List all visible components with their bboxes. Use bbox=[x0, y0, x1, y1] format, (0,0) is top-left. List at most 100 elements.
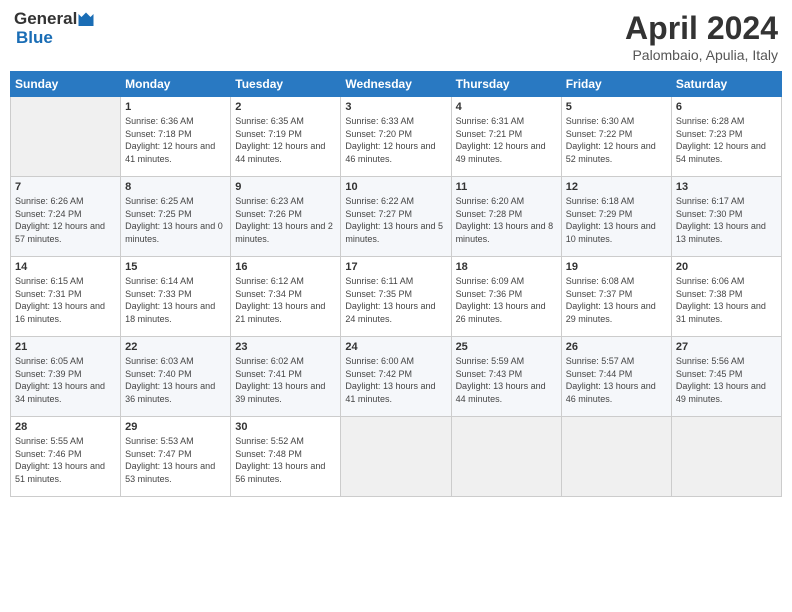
calendar-cell bbox=[671, 417, 781, 497]
day-header-sunday: Sunday bbox=[11, 72, 121, 97]
calendar-cell: 27 Sunrise: 5:56 AMSunset: 7:45 PMDayligh… bbox=[671, 337, 781, 417]
day-info: Sunrise: 5:53 AMSunset: 7:47 PMDaylight:… bbox=[125, 435, 226, 485]
calendar-cell: 20 Sunrise: 6:06 AMSunset: 7:38 PMDayligh… bbox=[671, 257, 781, 337]
day-info: Sunrise: 6:35 AMSunset: 7:19 PMDaylight:… bbox=[235, 115, 336, 165]
day-number: 26 bbox=[566, 341, 667, 353]
calendar-week-4: 28Sunrise: 5:55 AMSunset: 7:46 PMDayligh… bbox=[11, 417, 782, 497]
calendar-cell: 29 Sunrise: 5:53 AMSunset: 7:47 PMDayligh… bbox=[121, 417, 231, 497]
calendar-cell: 21 Sunrise: 6:05 AMSunset: 7:39 PMDayligh… bbox=[11, 337, 121, 417]
day-number: 10 bbox=[345, 181, 446, 193]
day-number: 15 bbox=[125, 261, 226, 273]
day-number: 27 bbox=[676, 341, 777, 353]
day-info: Sunrise: 5:56 AMSunset: 7:45 PMDaylight:… bbox=[676, 355, 777, 405]
day-number: 7 bbox=[15, 181, 116, 193]
calendar-header-row: SundayMondayTuesdayWednesdayThursdayFrid… bbox=[11, 72, 782, 97]
day-number: 4 bbox=[456, 101, 557, 113]
day-header-friday: Friday bbox=[561, 72, 671, 97]
header: General Blue April 2024 Palombaio, Apuli… bbox=[10, 10, 782, 63]
calendar-cell: 18 Sunrise: 6:09 AMSunset: 7:36 PMDayligh… bbox=[451, 257, 561, 337]
day-number: 1 bbox=[125, 101, 226, 113]
calendar-cell bbox=[451, 417, 561, 497]
day-info: Sunrise: 6:08 AMSunset: 7:37 PMDaylight:… bbox=[566, 275, 667, 325]
calendar-cell: 11 Sunrise: 6:20 AMSunset: 7:28 PMDayligh… bbox=[451, 177, 561, 257]
logo: General Blue bbox=[14, 10, 95, 47]
month-title: April 2024 bbox=[625, 10, 778, 47]
calendar-cell: 23 Sunrise: 6:02 AMSunset: 7:41 PMDayligh… bbox=[231, 337, 341, 417]
logo-text: General Blue bbox=[14, 10, 95, 47]
day-number: 19 bbox=[566, 261, 667, 273]
day-number: 23 bbox=[235, 341, 336, 353]
day-info: Sunrise: 6:18 AMSunset: 7:29 PMDaylight:… bbox=[566, 195, 667, 245]
calendar-cell: 24Sunrise: 6:00 AMSunset: 7:42 PMDayligh… bbox=[341, 337, 451, 417]
day-number: 13 bbox=[676, 181, 777, 193]
calendar-cell: 14 Sunrise: 6:15 AMSunset: 7:31 PMDayligh… bbox=[11, 257, 121, 337]
day-number: 20 bbox=[676, 261, 777, 273]
calendar-cell: 17 Sunrise: 6:11 AMSunset: 7:35 PMDayligh… bbox=[341, 257, 451, 337]
day-info: Sunrise: 5:55 AMSunset: 7:46 PMDaylight:… bbox=[15, 435, 116, 485]
day-info: Sunrise: 6:02 AMSunset: 7:41 PMDaylight:… bbox=[235, 355, 336, 405]
calendar-cell: 2 Sunrise: 6:35 AMSunset: 7:19 PMDaylight… bbox=[231, 97, 341, 177]
calendar-week-3: 21 Sunrise: 6:05 AMSunset: 7:39 PMDayligh… bbox=[11, 337, 782, 417]
day-info: Sunrise: 5:52 AMSunset: 7:48 PMDaylight:… bbox=[235, 435, 336, 485]
day-info: Sunrise: 6:09 AMSunset: 7:36 PMDaylight:… bbox=[456, 275, 557, 325]
day-header-wednesday: Wednesday bbox=[341, 72, 451, 97]
day-number: 30 bbox=[235, 421, 336, 433]
calendar-cell bbox=[341, 417, 451, 497]
calendar-cell: 8Sunrise: 6:25 AMSunset: 7:25 PMDaylight… bbox=[121, 177, 231, 257]
day-info: Sunrise: 6:23 AMSunset: 7:26 PMDaylight:… bbox=[235, 195, 336, 245]
calendar-cell: 19 Sunrise: 6:08 AMSunset: 7:37 PMDayligh… bbox=[561, 257, 671, 337]
calendar-cell: 16 Sunrise: 6:12 AMSunset: 7:34 PMDayligh… bbox=[231, 257, 341, 337]
calendar-cell: 12Sunrise: 6:18 AMSunset: 7:29 PMDayligh… bbox=[561, 177, 671, 257]
day-info: Sunrise: 6:11 AMSunset: 7:35 PMDaylight:… bbox=[345, 275, 446, 325]
day-number: 11 bbox=[456, 181, 557, 193]
day-number: 29 bbox=[125, 421, 226, 433]
day-info: Sunrise: 6:06 AMSunset: 7:38 PMDaylight:… bbox=[676, 275, 777, 325]
day-info: Sunrise: 6:20 AMSunset: 7:28 PMDaylight:… bbox=[456, 195, 557, 245]
day-header-thursday: Thursday bbox=[451, 72, 561, 97]
day-number: 22 bbox=[125, 341, 226, 353]
day-number: 5 bbox=[566, 101, 667, 113]
day-info: Sunrise: 6:25 AMSunset: 7:25 PMDaylight:… bbox=[125, 195, 226, 245]
day-info: Sunrise: 6:36 AMSunset: 7:18 PMDaylight:… bbox=[125, 115, 226, 165]
day-info: Sunrise: 6:26 AMSunset: 7:24 PMDaylight:… bbox=[15, 195, 116, 245]
calendar-cell: 1 Sunrise: 6:36 AMSunset: 7:18 PMDaylight… bbox=[121, 97, 231, 177]
calendar-cell: 10 Sunrise: 6:22 AMSunset: 7:27 PMDayligh… bbox=[341, 177, 451, 257]
day-info: Sunrise: 6:14 AMSunset: 7:33 PMDaylight:… bbox=[125, 275, 226, 325]
calendar-week-1: 7 Sunrise: 6:26 AMSunset: 7:24 PMDaylight… bbox=[11, 177, 782, 257]
title-block: April 2024 Palombaio, Apulia, Italy bbox=[625, 10, 778, 63]
day-info: Sunrise: 6:12 AMSunset: 7:34 PMDaylight:… bbox=[235, 275, 336, 325]
day-number: 6 bbox=[676, 101, 777, 113]
day-number: 17 bbox=[345, 261, 446, 273]
day-number: 14 bbox=[15, 261, 116, 273]
calendar-cell bbox=[11, 97, 121, 177]
location: Palombaio, Apulia, Italy bbox=[625, 47, 778, 63]
day-info: Sunrise: 6:17 AMSunset: 7:30 PMDaylight:… bbox=[676, 195, 777, 245]
day-number: 25 bbox=[456, 341, 557, 353]
calendar-cell: 7 Sunrise: 6:26 AMSunset: 7:24 PMDaylight… bbox=[11, 177, 121, 257]
day-info: Sunrise: 5:59 AMSunset: 7:43 PMDaylight:… bbox=[456, 355, 557, 405]
calendar-cell: 15 Sunrise: 6:14 AMSunset: 7:33 PMDayligh… bbox=[121, 257, 231, 337]
day-number: 21 bbox=[15, 341, 116, 353]
day-number: 18 bbox=[456, 261, 557, 273]
day-number: 9 bbox=[235, 181, 336, 193]
calendar-cell: 5 Sunrise: 6:30 AMSunset: 7:22 PMDaylight… bbox=[561, 97, 671, 177]
day-info: Sunrise: 6:22 AMSunset: 7:27 PMDaylight:… bbox=[345, 195, 446, 245]
calendar-table: SundayMondayTuesdayWednesdayThursdayFrid… bbox=[10, 71, 782, 497]
day-info: Sunrise: 6:31 AMSunset: 7:21 PMDaylight:… bbox=[456, 115, 557, 165]
day-info: Sunrise: 6:05 AMSunset: 7:39 PMDaylight:… bbox=[15, 355, 116, 405]
calendar-week-0: 1 Sunrise: 6:36 AMSunset: 7:18 PMDaylight… bbox=[11, 97, 782, 177]
day-info: Sunrise: 6:00 AMSunset: 7:42 PMDaylight:… bbox=[345, 355, 446, 405]
day-number: 2 bbox=[235, 101, 336, 113]
day-header-tuesday: Tuesday bbox=[231, 72, 341, 97]
calendar-cell: 6Sunrise: 6:28 AMSunset: 7:23 PMDaylight… bbox=[671, 97, 781, 177]
calendar-cell: 3Sunrise: 6:33 AMSunset: 7:20 PMDaylight… bbox=[341, 97, 451, 177]
day-info: Sunrise: 6:33 AMSunset: 7:20 PMDaylight:… bbox=[345, 115, 446, 165]
calendar-cell: 4 Sunrise: 6:31 AMSunset: 7:21 PMDaylight… bbox=[451, 97, 561, 177]
calendar-cell: 13 Sunrise: 6:17 AMSunset: 7:30 PMDayligh… bbox=[671, 177, 781, 257]
calendar-cell: 30 Sunrise: 5:52 AMSunset: 7:48 PMDayligh… bbox=[231, 417, 341, 497]
day-info: Sunrise: 6:15 AMSunset: 7:31 PMDaylight:… bbox=[15, 275, 116, 325]
calendar-cell: 22Sunrise: 6:03 AMSunset: 7:40 PMDayligh… bbox=[121, 337, 231, 417]
day-info: Sunrise: 6:30 AMSunset: 7:22 PMDaylight:… bbox=[566, 115, 667, 165]
day-number: 16 bbox=[235, 261, 336, 273]
page: General Blue April 2024 Palombaio, Apuli… bbox=[0, 0, 792, 612]
